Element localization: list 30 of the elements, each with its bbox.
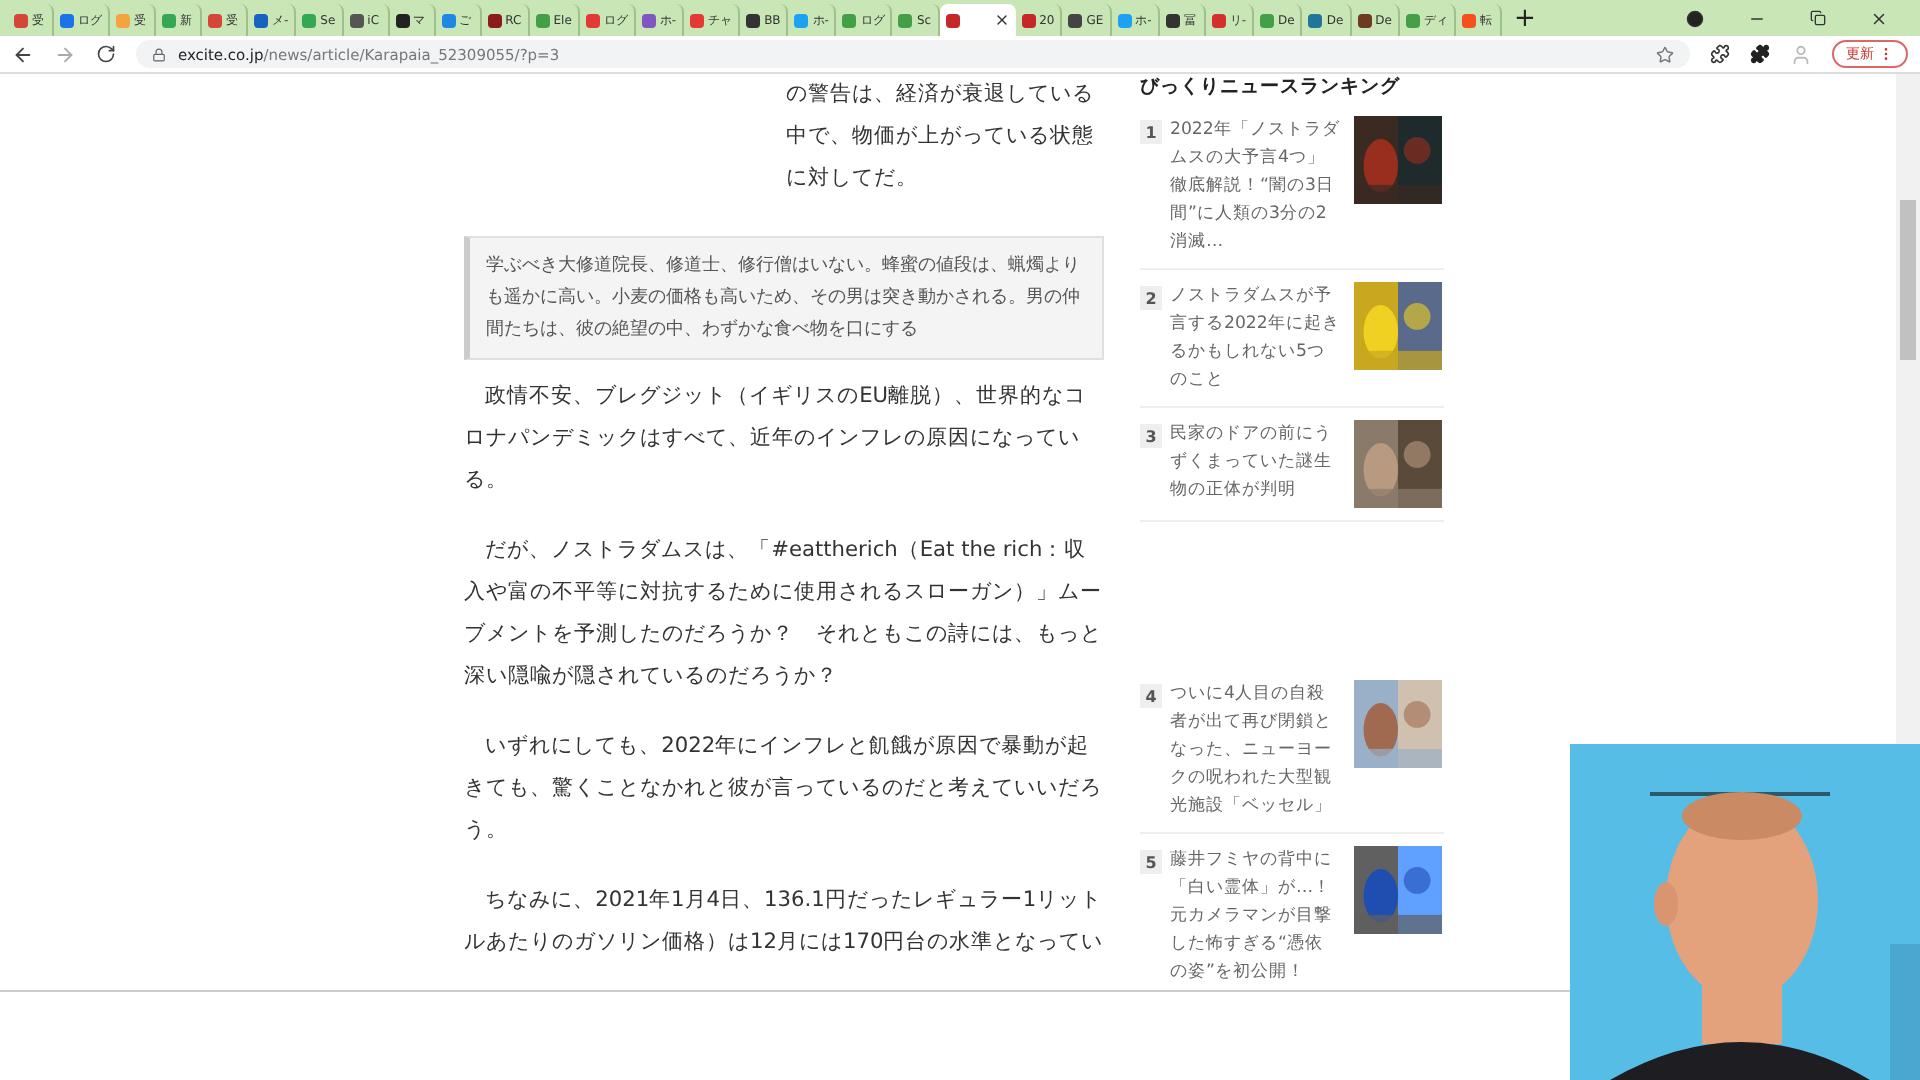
extension-icon[interactable] xyxy=(1750,44,1770,64)
article-paragraph: の警告は、経済が衰退している中で、物価が上がっている状態に対してだ。 xyxy=(786,80,1096,194)
article-paragraph: 政情不安、ブレグジット（イギリスのEU離脱）、世界的なコロナパンデミックはすべて、近年のインフレの原因になっている。 xyxy=(464,382,1089,496)
ranking-title: びっくりニュースランキング xyxy=(1140,74,1402,100)
scrollbar[interactable] xyxy=(1896,74,1920,744)
lock-icon xyxy=(152,47,166,61)
rank-number: 5 xyxy=(1140,850,1162,874)
restore-icon[interactable] xyxy=(1810,10,1826,26)
article-paragraph: ちなみに、2021年1月4日、136.1円だったレギュラー1リットルあたりのガソリン価格）は12月には170円台の水準となってい xyxy=(464,886,1104,958)
rank-number: 2 xyxy=(1140,286,1162,310)
ranking-link[interactable]: 民家のドアの前にうずくまっていた謎生物の正体が判明 xyxy=(1170,420,1340,508)
rank-number: 3 xyxy=(1140,424,1162,448)
extension-icon[interactable] xyxy=(1710,44,1730,64)
new-tab-button[interactable]: + xyxy=(1513,3,1536,33)
article-paragraph: いずれにしても、2022年にインフレと飢餓が原因で暴動が起きても、驚くことなかれと彼が言っているのだと考えていいだろう。 xyxy=(464,732,1104,846)
rank-number: 1 xyxy=(1140,120,1162,144)
ranking-link[interactable]: ノストラダムスが予言する2022年に起きるかもしれない5つのこと xyxy=(1170,282,1340,394)
close-icon[interactable] xyxy=(1870,9,1888,27)
star-icon[interactable] xyxy=(1656,45,1674,63)
quote-block: 学ぶべき大修道院長、修道士、修行僧はいない。蜂蜜の値段は、蝋燭よりも遥かに高い。小麦の価格も高いため、その男は突き動かされる。男の仲間たちは、彼の絶望の中、わずかな食べ物を口にする xyxy=(464,236,1104,360)
ranking-link[interactable]: 2022年「ノストラダムスの大予言4つ」徹底解説！“闇の3日間”に人類の3分の2消滅… xyxy=(1170,116,1340,256)
close-icon[interactable] xyxy=(993,12,1010,28)
ranking-link[interactable]: 藤井フミヤの背中に「白い霊体」が…！元カメラマンが目撃した怖すぎる“憑依の姿”を初公開！ xyxy=(1170,846,1340,986)
back-icon[interactable] xyxy=(12,43,34,65)
profile-icon[interactable] xyxy=(1686,9,1704,27)
reload-icon[interactable] xyxy=(96,44,116,64)
rank-number: 4 xyxy=(1140,684,1162,708)
browser-tab[interactable] xyxy=(939,4,1016,36)
ranking-link[interactable]: ついに4人目の自殺者が出て再び閉鎖となった、ニューヨークの呪われた大型観光施設「ベッセル」 xyxy=(1170,680,1340,820)
article-paragraph: だが、ノストラダムスは、「#eattherich（Eat the rich：収入や富の不平等に対抗するために使用されるスローガン）」ムーブメントを予測したのだろうか？ それともこの詩には、もっと深い隠喩が隠されているのだろうか？ xyxy=(464,536,1104,692)
